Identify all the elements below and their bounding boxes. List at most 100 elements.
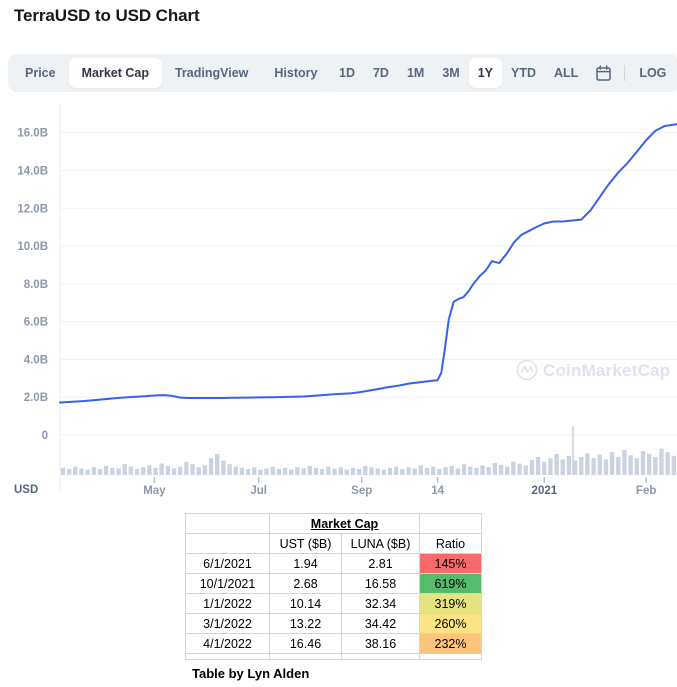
volume-bar: [221, 460, 226, 475]
volume-bar: [468, 466, 473, 475]
x-axis-tick-label: 2021: [532, 485, 558, 497]
volume-bar: [73, 466, 78, 475]
range-3m[interactable]: 3M: [433, 58, 468, 88]
volume-bar: [196, 467, 201, 475]
table-cell-ratio: 145%: [419, 553, 482, 574]
table-cell-date: 3/1/2022: [185, 613, 270, 634]
table-cell-date: 10/1/2021: [185, 573, 270, 594]
volume-bar: [616, 457, 621, 475]
y-axis-tick-label: 14.0B: [17, 165, 48, 177]
volume-bar: [628, 455, 633, 475]
volume-bar: [91, 467, 97, 475]
volume-bar: [319, 469, 325, 475]
volume-bar: [579, 457, 584, 475]
table-cell-luna: 32.34: [341, 593, 420, 614]
volume-bar: [184, 461, 189, 475]
volume-bar: [270, 466, 275, 475]
market-cap-table-wrapper: Market Cap UST ($B) LUNA ($B) Ratio 6/1/2021…: [185, 513, 482, 660]
volume-bar: [245, 469, 251, 475]
page-title: TerraUSD to USD Chart: [14, 6, 200, 25]
volume-bar: [511, 461, 516, 475]
table-cell-empty: [419, 653, 482, 660]
table-cell-luna: 2.81: [341, 553, 420, 574]
volume-bar: [474, 467, 479, 475]
table-cell-empty: [419, 513, 482, 534]
y-axis-tick-label: 6.0B: [24, 317, 48, 329]
volume-bar: [307, 466, 312, 475]
table-cell-date: 4/1/2022: [185, 633, 270, 654]
volume-bar: [653, 457, 658, 475]
volume-bar: [122, 464, 127, 475]
volume-bar: [147, 465, 152, 475]
x-axis-tick-label: May: [143, 485, 166, 497]
range-all[interactable]: ALL: [545, 58, 587, 88]
table-row: 4/1/2022 16.46 38.16 232%: [185, 633, 482, 654]
table-group-header-market-cap: Market Cap: [269, 513, 420, 534]
tab-tradingview[interactable]: TradingView: [162, 58, 261, 88]
volume-bar: [597, 454, 602, 475]
volume-bar: [461, 464, 467, 475]
volume-bar: [505, 466, 510, 475]
table-cell-date: 6/1/2021: [185, 553, 270, 574]
volume-bar: [671, 455, 676, 475]
volume-bar: [492, 463, 498, 475]
volume-bar: [517, 463, 522, 475]
table-cell-ratio: 232%: [419, 633, 482, 654]
chart-type-tabs: Price Market Cap TradingView History: [8, 54, 335, 92]
table-cell-ust: 16.46: [269, 633, 342, 654]
volume-bar: [437, 469, 442, 475]
volume-bar: [406, 467, 411, 475]
log-scale-button[interactable]: LOG: [632, 58, 673, 88]
range-1y[interactable]: 1Y: [468, 58, 503, 88]
tab-price[interactable]: Price: [12, 58, 69, 88]
volume-bar: [622, 449, 627, 475]
volume-bar: [640, 451, 646, 475]
range-7d[interactable]: 7D: [364, 58, 398, 88]
table-row: 6/1/2021 1.94 2.81 145%: [185, 553, 482, 574]
volume-bar-spike: [572, 425, 574, 475]
volume-bar: [165, 466, 171, 475]
range-ytd[interactable]: YTD: [502, 58, 545, 88]
volume-bar: [282, 467, 288, 475]
tab-history[interactable]: History: [261, 58, 330, 88]
volume-bar: [215, 454, 220, 475]
volume-bar: [566, 455, 572, 475]
volume-bar: [301, 468, 306, 475]
range-1m[interactable]: 1M: [398, 58, 433, 88]
table-cell-luna: 34.42: [341, 613, 420, 634]
market-cap-table: Market Cap UST ($B) LUNA ($B) Ratio 6/1/2021…: [185, 513, 482, 660]
volume-bar: [233, 466, 238, 475]
volume-bar: [387, 467, 393, 475]
volume-bar: [313, 467, 319, 475]
table-cell-ratio: 260%: [419, 613, 482, 634]
volume-bar: [208, 458, 214, 475]
volume-bar: [486, 467, 491, 475]
volume-bar: [393, 466, 399, 475]
volume-bar: [554, 454, 559, 475]
volume-bar: [350, 467, 356, 475]
table-header-row: UST ($B) LUNA ($B) Ratio: [185, 533, 482, 554]
volume-bar: [449, 466, 454, 475]
volume-bar: [227, 464, 232, 475]
table-cell-ratio: 619%: [419, 573, 482, 594]
range-1d[interactable]: 1D: [330, 58, 364, 88]
volume-bar: [264, 468, 269, 475]
table-cell-ust: 2.68: [269, 573, 342, 594]
table-cell-ust: 13.22: [269, 613, 342, 634]
volume-bar: [523, 465, 528, 475]
volume-bar: [171, 468, 177, 475]
volume-bar: [535, 457, 541, 475]
volume-bar: [548, 458, 553, 475]
volume-bar: [480, 465, 485, 475]
volume-bar: [659, 448, 664, 475]
calendar-icon[interactable]: [589, 58, 617, 88]
market-cap-chart[interactable]: 16.0B 14.0B 12.0B 10.0B 8.0B 6.0B 4.0B 2.0B 0 Ma…: [0, 100, 677, 505]
volume-bar: [202, 465, 208, 475]
volume-bar: [363, 466, 368, 475]
volume-bar: [665, 452, 670, 475]
volume-bar: [116, 468, 121, 475]
volume-bar: [85, 469, 90, 475]
volume-bar: [97, 469, 103, 475]
volume-bar: [332, 468, 337, 475]
tab-market-cap[interactable]: Market Cap: [68, 58, 162, 88]
